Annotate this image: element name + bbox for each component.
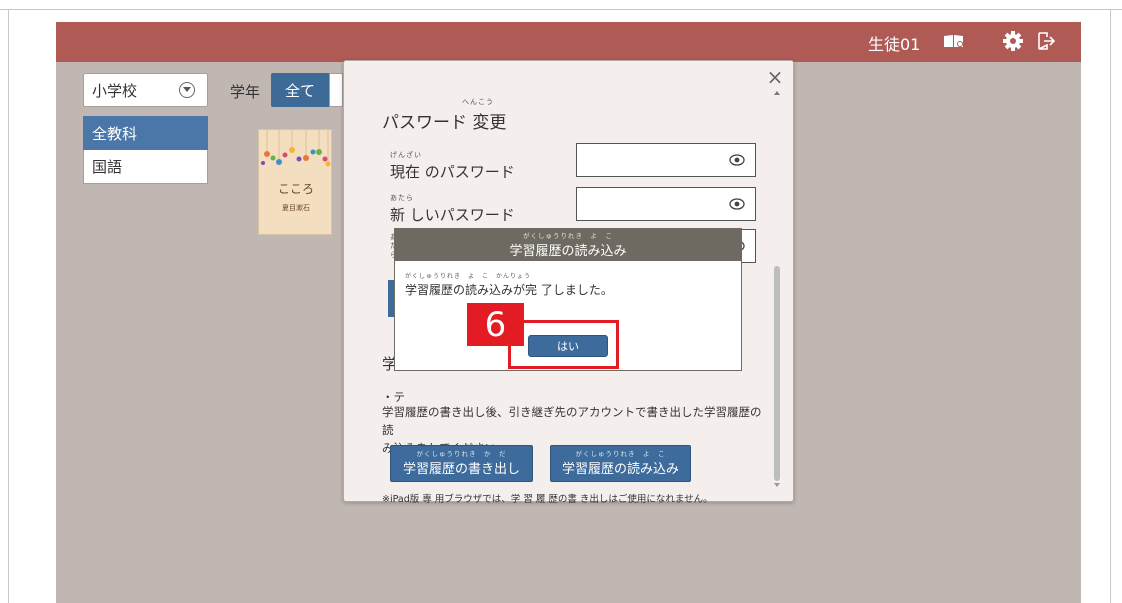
password-section-title: へんこう パスワード 変更 (382, 98, 507, 133)
dialog-message-ruby: がくしゅうりれき よ こ かんりょう (405, 273, 532, 280)
frame-border-right (1110, 9, 1111, 603)
dialog-message-text: 学習履歴の読み込みが完 了しました。 (405, 283, 613, 297)
frame-border-top (0, 9, 1122, 10)
current-password-label: げんざい 現在 のパスワード (390, 151, 515, 182)
grade-label: 学年 (230, 83, 261, 101)
password-title-ruby: へんこう (462, 98, 494, 106)
current-password-field[interactable] (576, 143, 756, 177)
book-author: 夏目漱石 (282, 204, 310, 212)
new-password-label: あたら 新 しいパスワード (390, 194, 515, 225)
top-bar: 生徒01 (56, 22, 1081, 62)
subject-item-all[interactable]: 全教科 (83, 116, 208, 150)
gear-icon[interactable] (1000, 28, 1026, 54)
book-icon[interactable] (941, 28, 967, 54)
close-icon[interactable]: × (765, 67, 785, 87)
app-window: 生徒01 小学校 学年 全て 全教科 国語 こころ 夏目漱石 × へんこう パス… (56, 22, 1081, 603)
grade-all-button[interactable]: 全て (271, 73, 329, 107)
scroll-up-icon[interactable] (774, 91, 780, 95)
import-history-button[interactable]: がくしゅうりれき よ こ 学習履歴の読み込み (550, 445, 691, 482)
eye-icon[interactable] (729, 153, 745, 167)
highlight-box (508, 320, 619, 369)
modal-scrollbar[interactable] (774, 91, 780, 487)
book-card[interactable]: こころ 夏目漱石 (258, 129, 332, 235)
dialog-title: 学習履歴の読み込み (509, 243, 627, 259)
chevron-down-icon (179, 82, 195, 98)
ipad-note: ※iPad版 専 用ブラウザでは、学 習 履 歴の書 き出しはご使用になれません… (382, 494, 713, 505)
history-text-line2: 学習履歴の書き出し後、引き継ぎ先のアカウントで書き出した学習履歴の 読 (382, 405, 762, 437)
import-history-ruby: がくしゅうりれき よ こ (575, 450, 666, 458)
school-select[interactable]: 小学校 (83, 73, 208, 107)
current-password-text: 現在 のパスワード (390, 163, 515, 181)
eye-icon[interactable] (729, 197, 745, 211)
new-password-ruby: あたら (390, 194, 414, 202)
dialog-message: がくしゅうりれき よ こ かんりょう 学習履歴の読み込みが完 了しました。 (405, 273, 613, 298)
scrollbar-thumb[interactable] (774, 266, 780, 481)
logout-icon[interactable] (1033, 28, 1059, 54)
dialog-title-bar: がくしゅうりれき よ こ 学習履歴の読み込み (395, 229, 741, 261)
dialog-title-ruby: がくしゅうりれき よ こ (523, 231, 613, 240)
user-name: 生徒01 (868, 35, 921, 54)
history-text-line1: ・テ (382, 390, 405, 404)
subject-item-japanese[interactable]: 国語 (83, 150, 208, 184)
import-history-label: 学習履歴の読み込み (561, 462, 679, 477)
export-history-ruby: がくしゅうりれき か だ (416, 450, 507, 458)
new-password-field[interactable] (576, 187, 756, 221)
screenshot-frame: 生徒01 小学校 学年 全て 全教科 国語 こころ 夏目漱石 × へんこう パス… (0, 0, 1122, 603)
password-title-text: パスワード 変更 (382, 113, 507, 133)
current-password-ruby: げんざい (390, 151, 422, 159)
step-badge: 6 (467, 303, 524, 346)
export-history-label: 学習履歴の書き出し (402, 462, 520, 477)
frame-border-left (8, 9, 9, 603)
school-select-value: 小学校 (92, 81, 138, 100)
butterfly-decoration-icon (261, 130, 331, 167)
new-password-text: 新 しいパスワード (390, 206, 515, 224)
grade-next-button[interactable] (329, 73, 343, 107)
export-history-button[interactable]: がくしゅうりれき か だ 学習履歴の書き出し (390, 445, 533, 482)
scroll-down-icon[interactable] (774, 483, 780, 487)
subject-list: 全教科 国語 (83, 116, 208, 184)
book-title: こころ (277, 182, 314, 196)
